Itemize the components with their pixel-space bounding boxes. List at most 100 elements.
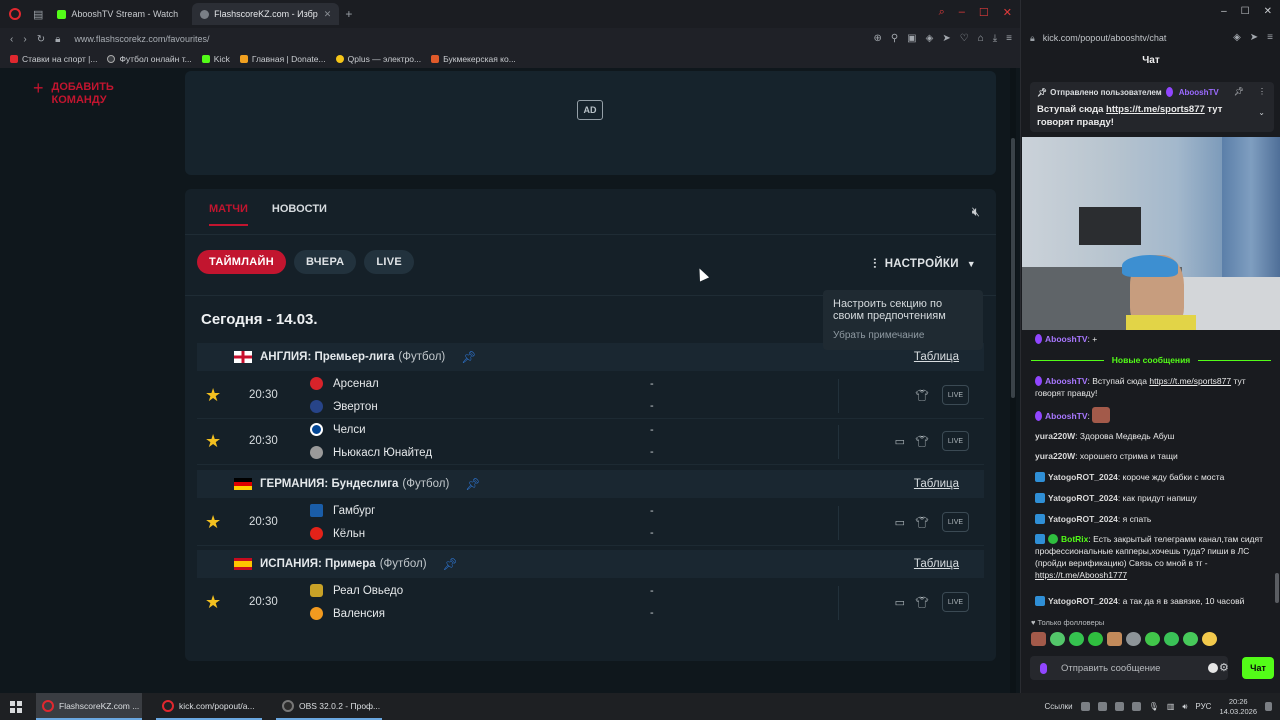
favorite-star-icon[interactable]: ★ (205, 385, 221, 406)
tray-app-icon[interactable] (1131, 702, 1141, 711)
tv-icon[interactable]: ▭ (895, 435, 905, 448)
tray-app-icon[interactable] (1114, 702, 1124, 711)
chat-message[interactable]: YatogoROT_2024: я спать (1035, 513, 1273, 525)
chat-message[interactable]: BotRix: Есть закрытый телеграмм канал,та… (1035, 533, 1273, 581)
chat-username[interactable]: AbooshTV (1045, 334, 1088, 344)
back-icon[interactable]: ‹ (10, 34, 13, 45)
emote-icon[interactable] (1088, 632, 1103, 646)
close-tab-icon[interactable]: ✕ (324, 9, 332, 20)
standings-link[interactable]: Таблица (914, 478, 959, 490)
live-button[interactable]: LIVE (942, 385, 969, 405)
emote-icon[interactable] (1050, 632, 1065, 646)
chat-username[interactable]: BotRix (1061, 534, 1088, 544)
match-row[interactable]: ★ 20:30 Гамбург Кёльн - - ▭ 👕︎ LIVE (197, 500, 984, 546)
chat-message[interactable]: YatogoROT_2024: как придут напишу (1035, 492, 1273, 504)
league-header-germany[interactable]: ГЕРМАНИЯ: Бундеслига (Футбол) 📌︎ Таблица (197, 470, 984, 498)
chat-link[interactable]: https://t.me/sports877 (1149, 376, 1231, 386)
taskbar-item-kick[interactable]: kick.com/popout/a... (156, 693, 262, 720)
opera-logo-icon[interactable] (9, 8, 21, 20)
chat-username[interactable]: YatogoROT_2024 (1048, 514, 1118, 524)
chat-input[interactable]: Отправить сообщение (1030, 656, 1228, 680)
emote-icon[interactable] (1164, 632, 1179, 646)
lineup-shirt-icon[interactable]: 👕︎ (915, 435, 929, 448)
snapshot-icon[interactable]: ▣ (907, 33, 916, 44)
minimize-icon[interactable]: – (1221, 6, 1227, 17)
wallet-icon[interactable]: ⌂ (978, 33, 984, 44)
tray-app-icon[interactable] (1097, 702, 1107, 711)
standings-link[interactable]: Таблица (914, 558, 959, 570)
favorite-star-icon[interactable]: ★ (205, 592, 221, 613)
emote-icon[interactable] (1145, 632, 1160, 646)
ad-banner[interactable]: AD (185, 71, 996, 175)
bookmark-item[interactable]: Kick (201, 54, 230, 64)
chat-username[interactable]: YatogoROT_2024 (1048, 472, 1118, 482)
scrollbar-thumb[interactable] (1275, 573, 1279, 603)
live-button[interactable]: LIVE (942, 592, 969, 612)
tv-icon[interactable]: ▭ (895, 596, 905, 609)
bookmark-item[interactable]: Ставки на спорт |... (10, 54, 97, 64)
chat-message[interactable]: yura220W: Здорова Медведь Абуш (1035, 430, 1273, 442)
heart-icon[interactable]: ♡ (960, 33, 969, 44)
browser-tab-abooshtv[interactable]: AbooshTV Stream - Watch (49, 3, 186, 25)
chat-username[interactable]: YatogoROT_2024 (1048, 596, 1118, 606)
clock[interactable]: 20:26 14.03.2026 (1219, 697, 1257, 717)
bookmark-item[interactable]: Букмекерская ко... (431, 54, 516, 64)
search-icon[interactable]: ⌕ (939, 6, 945, 19)
settings-button[interactable]: ⫶ НАСТРОЙКИ ▼ (873, 256, 976, 272)
chat-username[interactable]: yura220W (1035, 431, 1075, 441)
live-button[interactable]: LIVE (942, 512, 969, 532)
links-toolbar[interactable]: Ссылки (1044, 702, 1072, 711)
shield-icon[interactable]: ◈ (1233, 32, 1241, 43)
zoom-icon[interactable]: ⊕ (873, 33, 881, 44)
favorite-star-icon[interactable]: ★ (205, 431, 221, 452)
bookmark-item[interactable]: Qplus — электро... (335, 54, 421, 64)
scrollbar-thumb[interactable] (1011, 138, 1015, 398)
chat-message[interactable]: AbooshTV: Вступай сюда https://t.me/spor… (1035, 375, 1273, 399)
reload-icon[interactable]: ↻ (37, 34, 45, 45)
chat-message[interactable]: YatogoROT_2024: короче жду бабки с моста (1035, 471, 1273, 483)
download-icon[interactable]: ⤓ (993, 33, 997, 44)
network-icon[interactable]: ▥ (1167, 702, 1175, 711)
gear-icon[interactable]: ⚙ (1219, 661, 1229, 674)
lineup-shirt-icon[interactable]: 👕︎ (915, 389, 929, 402)
pinned-link[interactable]: https://t.me/sports877 (1106, 104, 1205, 115)
emoji-picker-icon[interactable] (1208, 663, 1218, 673)
chevron-down-icon[interactable]: ⌄ (1258, 108, 1265, 117)
tray-app-icon[interactable] (1080, 702, 1090, 711)
dismiss-tooltip-link[interactable]: Убрать примечание (833, 330, 973, 341)
close-window-icon[interactable]: ✕ (1003, 6, 1012, 19)
lineup-shirt-icon[interactable]: 👕︎ (915, 596, 929, 609)
send-icon[interactable]: ➤ (942, 33, 950, 44)
notifications-icon[interactable] (1265, 702, 1272, 711)
shield-icon[interactable]: ◈ (926, 33, 934, 44)
chat-scrollbar[interactable] (1275, 333, 1279, 613)
pin-icon[interactable]: ⚲ (891, 33, 898, 44)
match-row[interactable]: ★ 20:30 Челси Ньюкасл Юнайтед - - ▭ 👕︎ L… (197, 419, 984, 465)
tab-news[interactable]: НОВОСТИ (272, 203, 327, 215)
filter-timeline[interactable]: ТАЙМЛАЙН (197, 250, 286, 274)
taskbar-item-obs[interactable]: OBS 32.0.2 - Проф... (276, 693, 382, 720)
taskbar-item-flashscore[interactable]: FlashscoreKZ.com ... (36, 693, 142, 720)
emote-icon[interactable] (1202, 632, 1217, 646)
emote-icon[interactable] (1183, 632, 1198, 646)
bookmark-item[interactable]: Главная | Donate... (239, 54, 326, 64)
pinned-username[interactable]: AbooshTV (1179, 88, 1219, 97)
chat-message[interactable]: YatogoROT_2024: а так да я в завязке, 10… (1035, 595, 1273, 607)
filter-yesterday[interactable]: ВЧЕРА (293, 250, 357, 274)
volume-icon[interactable]: 🔊︎ (1182, 702, 1187, 712)
page-scrollbar[interactable] (1010, 68, 1016, 693)
tab-matches[interactable]: МАТЧИ (209, 203, 248, 226)
close-window-icon[interactable]: ✕ (1264, 6, 1272, 17)
emote-icon[interactable] (1126, 632, 1141, 646)
tv-icon[interactable]: ▭ (895, 516, 905, 529)
minimize-icon[interactable]: – (959, 6, 965, 19)
pin-icon[interactable]: 📌︎ (461, 350, 476, 364)
chat-link[interactable]: https://t.me/Aboosh1777 (1035, 570, 1127, 580)
chat-username[interactable]: yura220W (1035, 451, 1075, 461)
pinned-message[interactable]: 📌︎ Отправлено пользователем AbooshTV Вст… (1030, 82, 1274, 132)
chat-message[interactable]: AbooshTV: + (1035, 333, 1273, 345)
match-row[interactable]: ★ 20:30 Реал Овьедо Валенсия - - ▭ 👕︎ LI… (197, 580, 984, 626)
menu-icon[interactable]: ≡ (1006, 33, 1012, 44)
send-icon[interactable]: ➤ (1250, 32, 1258, 43)
send-chat-button[interactable]: Чат (1242, 657, 1274, 679)
